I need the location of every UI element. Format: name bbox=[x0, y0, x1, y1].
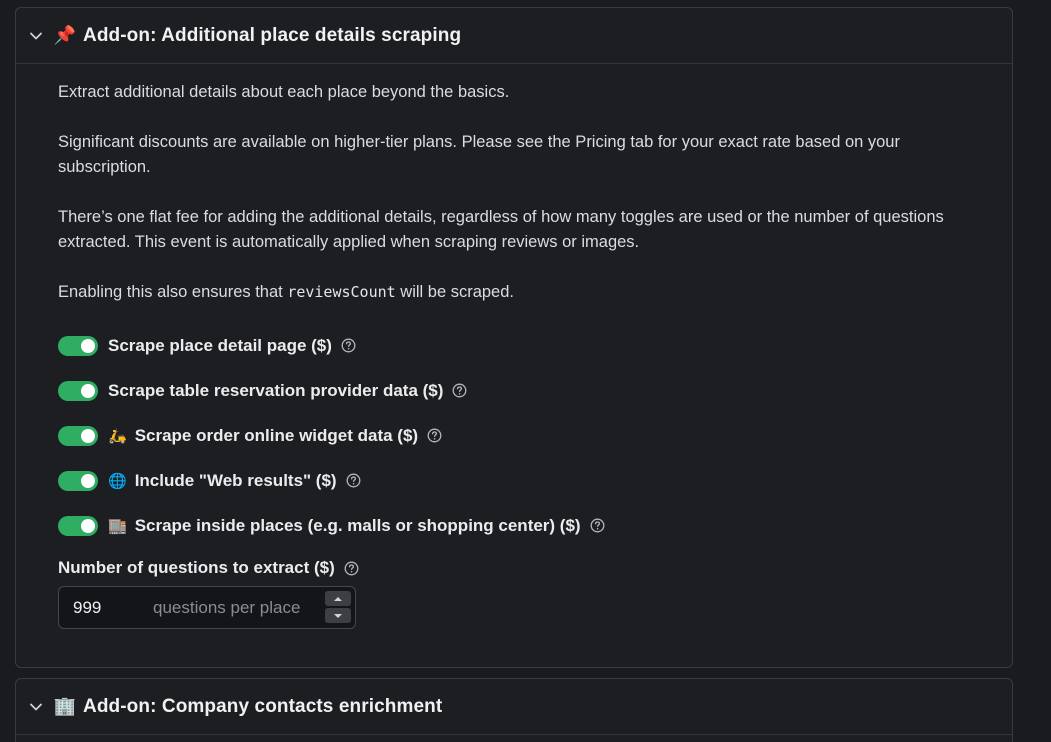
toggle-label: Scrape place detail page ($) bbox=[108, 335, 332, 355]
caret-up-icon bbox=[334, 596, 342, 601]
questions-number-input[interactable]: 999 questions per place bbox=[58, 586, 356, 629]
description-flat-fee: There’s one flat fee for adding the addi… bbox=[58, 208, 944, 251]
reviews-count-code: reviewsCount bbox=[287, 283, 396, 301]
help-icon[interactable] bbox=[427, 428, 442, 443]
questions-unit: questions per place bbox=[153, 597, 301, 617]
increment-button[interactable] bbox=[325, 591, 351, 606]
toggle-label: Scrape inside places (e.g. malls or shop… bbox=[134, 515, 581, 535]
help-icon[interactable] bbox=[344, 561, 359, 576]
toggle-knob bbox=[81, 473, 95, 488]
questions-field-label-row: Number of questions to extract ($) bbox=[58, 553, 970, 583]
panel-body: Extract additional details about each pl… bbox=[16, 64, 1012, 629]
addon-place-details-panel: 📌 Add-on: Additional place details scrap… bbox=[15, 7, 1013, 668]
caret-down-icon bbox=[334, 613, 342, 618]
page: 📌 Add-on: Additional place details scrap… bbox=[0, 0, 1051, 742]
toggle-label: Scrape order online widget data ($) bbox=[134, 425, 419, 445]
pushpin-icon: 📌 bbox=[53, 25, 77, 46]
toggle-row-order-online: 🛵 Scrape order online widget data ($) bbox=[58, 413, 970, 458]
addon-company-contacts-header[interactable]: 🏢 Add-on: Company contacts enrichment bbox=[16, 679, 1012, 735]
toggle-row-web-results: 🌐 Include "Web results" ($) bbox=[58, 458, 970, 503]
toggle-row-inside-places: 🏬 Scrape inside places (e.g. malls or sh… bbox=[58, 503, 970, 548]
reviews-count-text-before: Enabling this also ensures that bbox=[58, 283, 288, 301]
scooter-icon: 🛵 bbox=[108, 426, 127, 445]
help-icon[interactable] bbox=[346, 473, 361, 488]
toggle-label: Scrape table reservation provider data (… bbox=[108, 380, 444, 400]
toggle-switch-table-reservation[interactable] bbox=[58, 380, 98, 401]
addon-company-contacts-panel: 🏢 Add-on: Company contacts enrichment bbox=[15, 678, 1013, 742]
globe-icon: 🌐 bbox=[108, 471, 127, 490]
toggle-knob bbox=[81, 338, 95, 353]
toggle-switch-web-results[interactable] bbox=[58, 470, 98, 491]
description-intro: Extract additional details about each pl… bbox=[58, 83, 510, 101]
decrement-button[interactable] bbox=[325, 608, 351, 623]
description-discounts: Significant discounts are available on h… bbox=[58, 133, 900, 176]
chevron-down-icon[interactable] bbox=[29, 29, 43, 43]
panel-title: Add-on: Additional place details scrapin… bbox=[83, 24, 462, 46]
toggle-knob bbox=[81, 428, 95, 443]
toggle-switch-order-online[interactable] bbox=[58, 425, 98, 446]
toggle-switch-place-detail[interactable] bbox=[58, 335, 98, 356]
toggle-knob bbox=[81, 383, 95, 398]
department-store-icon: 🏬 bbox=[108, 516, 127, 535]
questions-value[interactable]: 999 bbox=[73, 598, 153, 618]
chevron-down-icon[interactable] bbox=[29, 700, 43, 714]
reviews-count-text-after: will be scraped. bbox=[395, 283, 514, 301]
questions-field-label: Number of questions to extract ($) bbox=[58, 558, 335, 577]
toggle-switch-inside-places[interactable] bbox=[58, 515, 98, 536]
toggle-knob bbox=[81, 518, 95, 533]
help-icon[interactable] bbox=[590, 518, 605, 533]
toggle-label: Include "Web results" ($) bbox=[134, 470, 337, 490]
help-icon[interactable] bbox=[452, 383, 467, 398]
addon-place-details-header[interactable]: 📌 Add-on: Additional place details scrap… bbox=[16, 8, 1012, 64]
quantity-stepper bbox=[325, 591, 351, 623]
toggle-row-place-detail: Scrape place detail page ($) bbox=[58, 323, 970, 368]
description-reviews-count: Enabling this also ensures that reviewsC… bbox=[58, 280, 970, 305]
toggle-row-table-reservation: Scrape table reservation provider data (… bbox=[58, 368, 970, 413]
help-icon[interactable] bbox=[341, 338, 356, 353]
panel-title: Add-on: Company contacts enrichment bbox=[83, 695, 443, 717]
office-building-icon: 🏢 bbox=[53, 696, 77, 717]
